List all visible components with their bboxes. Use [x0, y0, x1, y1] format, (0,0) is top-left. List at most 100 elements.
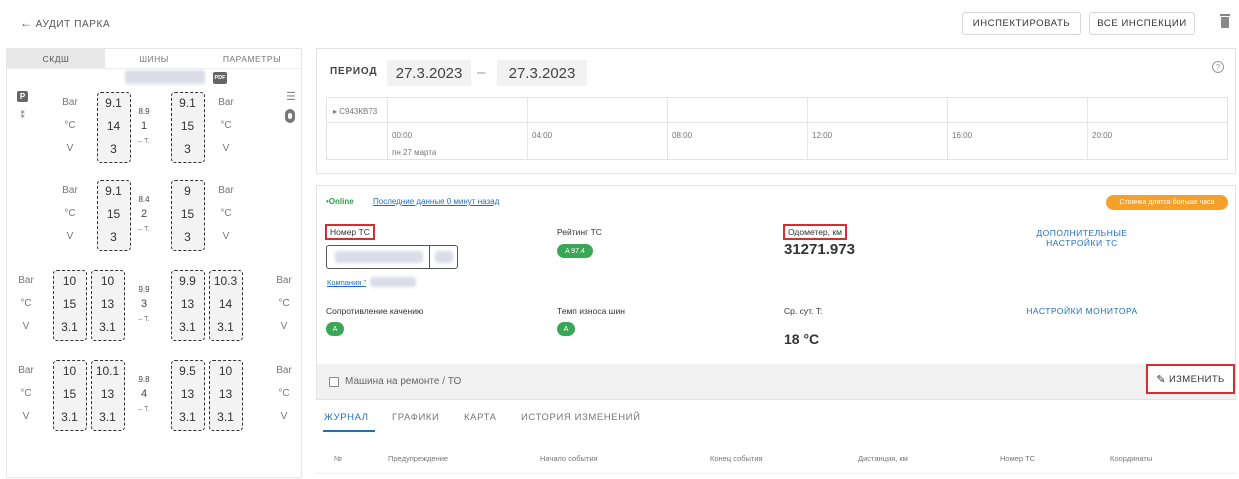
monitor-settings-link[interactable]: НАСТРОЙКИ МОНИТОРА [1007, 306, 1157, 316]
tire-voltage: 3 [110, 142, 117, 156]
axle-number: 4 [140, 388, 148, 400]
column-header[interactable]: Номер ТС [1000, 454, 1035, 463]
timeline-day: пн 27 марта [392, 148, 437, 157]
tire-voltage: 3 [184, 230, 191, 244]
tab-journal[interactable]: ЖУРНАЛ [324, 412, 369, 423]
tab-map[interactable]: КАРТА [464, 412, 497, 423]
unit-temp: °C [220, 120, 232, 131]
avg-temp-value: 18 °C [784, 331, 820, 347]
tire-temp: 13 [100, 387, 115, 401]
tire-pressure: 10 [100, 274, 115, 288]
axle-pressure: 9.8 [138, 375, 150, 384]
tire[interactable]: 9.1 15 3 [171, 92, 205, 163]
vehicle-info-card: •Online Последние данные 0 минут назад С… [316, 185, 1236, 400]
repair-bar: Машина на ремонте / ТО ✎ ИЗМЕНИТЬ [317, 364, 1235, 399]
inspect-button[interactable]: ИНСПЕКТИРОВАТЬ [962, 12, 1081, 35]
tire-temp: 15 [180, 207, 195, 221]
column-header[interactable]: Начало события [540, 454, 598, 463]
timeline-tick: 04:00 [532, 131, 553, 140]
timeline-vehicle-row[interactable]: ▸ С943КВ73 [333, 107, 377, 116]
pdf-icon[interactable]: PDF [213, 72, 227, 84]
tire[interactable]: 9.1 14 3 [97, 92, 131, 163]
tab-charts[interactable]: ГРАФИКИ [392, 412, 439, 423]
tire[interactable]: 10 13 3.1 [91, 270, 125, 341]
tire-voltage: 3.1 [217, 320, 234, 334]
tire[interactable]: 9 15 3 [171, 180, 205, 251]
edit-button[interactable]: ✎ ИЗМЕНИТЬ [1146, 364, 1235, 394]
tire-voltage: 3 [184, 142, 191, 156]
unit-pressure: Bar [18, 275, 34, 286]
date-from-picker[interactable]: 27.3.2023 [387, 60, 471, 86]
unit-temp: °C [220, 208, 232, 219]
all-inspections-button[interactable]: ВСЕ ИНСПЕКЦИИ [1089, 12, 1195, 35]
tire-voltage: 3.1 [99, 320, 116, 334]
tire[interactable]: 10 15 3.1 [53, 360, 87, 431]
active-tab-indicator [323, 430, 375, 432]
tire[interactable]: 10.3 14 3.1 [209, 270, 243, 341]
unit-voltage: V [66, 143, 74, 154]
unit-pressure: Bar [218, 185, 234, 196]
column-header[interactable]: Дистанция, км [858, 454, 908, 463]
rating-badge: A 97.4 [557, 244, 593, 258]
tire-pressure: 9.1 [105, 96, 122, 110]
unit-temp: °C [278, 298, 290, 309]
extra-settings-link[interactable]: ДОПОЛНИТЕЛЬНЫЕ НАСТРОЙКИ ТС [1007, 228, 1157, 248]
arrow-left-icon: ← [20, 16, 33, 30]
tire-pressure: 9 [184, 184, 191, 198]
tire-pressure: 9.1 [105, 184, 122, 198]
back-link[interactable]: ← АУДИТ ПАРКА [20, 16, 110, 30]
tire-voltage: 3.1 [99, 410, 116, 424]
tire[interactable]: 9.9 13 3.1 [171, 270, 205, 341]
timeline-tick: 08:00 [672, 131, 693, 140]
tab-tires[interactable]: ШИНЫ [105, 49, 203, 69]
column-header[interactable]: Предупреждение [388, 454, 448, 463]
axle-type: – T. [138, 406, 150, 413]
tire[interactable]: 9.5 13 3.1 [171, 360, 205, 431]
timeline-tick: 20:00 [1092, 131, 1113, 140]
axle-number: 2 [140, 208, 148, 220]
unit-voltage: V [22, 321, 30, 332]
tab-skdsh[interactable]: СКДШ [7, 49, 105, 69]
help-icon[interactable]: ? [1212, 61, 1224, 73]
axle-number: 3 [140, 298, 148, 310]
tire-temp: 15 [62, 387, 77, 401]
parking-icon[interactable]: P [17, 91, 28, 102]
company-link[interactable]: Компания " [327, 278, 366, 287]
tire-wear-badge: A [557, 322, 575, 336]
company-name-blurred [370, 277, 416, 287]
column-header[interactable]: № [334, 454, 342, 463]
tire[interactable]: 10 13 3.1 [209, 360, 243, 431]
axle-pressure: 8.9 [138, 107, 150, 116]
tab-parameters[interactable]: ПАРАМЕТРЫ [203, 49, 301, 69]
tire-icon[interactable] [285, 109, 295, 123]
tab-history[interactable]: ИСТОРИЯ ИЗМЕНЕНИЙ [521, 412, 641, 423]
unit-voltage: V [280, 411, 288, 422]
tire[interactable]: 10 15 3.1 [53, 270, 87, 341]
tire-voltage: 3 [110, 230, 117, 244]
timeline[interactable]: ▸ С943КВ73 00:00 04:00 08:00 12:00 16:00… [326, 97, 1228, 160]
tire[interactable]: 10.1 13 3.1 [91, 360, 125, 431]
column-header[interactable]: Координаты [1110, 454, 1152, 463]
tire-pressure: 10 [218, 364, 233, 378]
tire[interactable]: 9.1 15 3 [97, 180, 131, 251]
axle-pressure: 9.9 [138, 285, 150, 294]
last-data-link[interactable]: Последние данные 0 минут назад [373, 197, 499, 206]
period-separator: – [477, 64, 486, 81]
plate-number-blurred [335, 251, 423, 263]
tire-pressure: 9.1 [179, 96, 196, 110]
trash-icon[interactable] [1220, 14, 1230, 28]
column-header[interactable]: Конец события [710, 454, 763, 463]
repair-checkbox[interactable] [329, 377, 339, 387]
date-to-picker[interactable]: 27.3.2023 [497, 60, 587, 86]
unit-temp: °C [64, 120, 76, 131]
timeline-tick: 12:00 [812, 131, 833, 140]
tire-pressure: 9.9 [179, 274, 196, 288]
unit-voltage: V [280, 321, 288, 332]
unit-pressure: Bar [62, 97, 78, 108]
bottom-tabs: ЖУРНАЛ ГРАФИКИ КАРТА ИСТОРИЯ ИЗМЕНЕНИЙ [316, 406, 1236, 432]
sliders-icon[interactable]: ☰ [285, 89, 297, 103]
unit-pressure: Bar [276, 365, 292, 376]
tire-scheme-panel: СКДШ ШИНЫ ПАРАМЕТРЫ PDF P ⁑ ☰ Bar °C V 9… [6, 48, 302, 478]
tire-voltage: 3.1 [61, 410, 78, 424]
thermometer-icon[interactable]: ⁑ [17, 109, 28, 121]
